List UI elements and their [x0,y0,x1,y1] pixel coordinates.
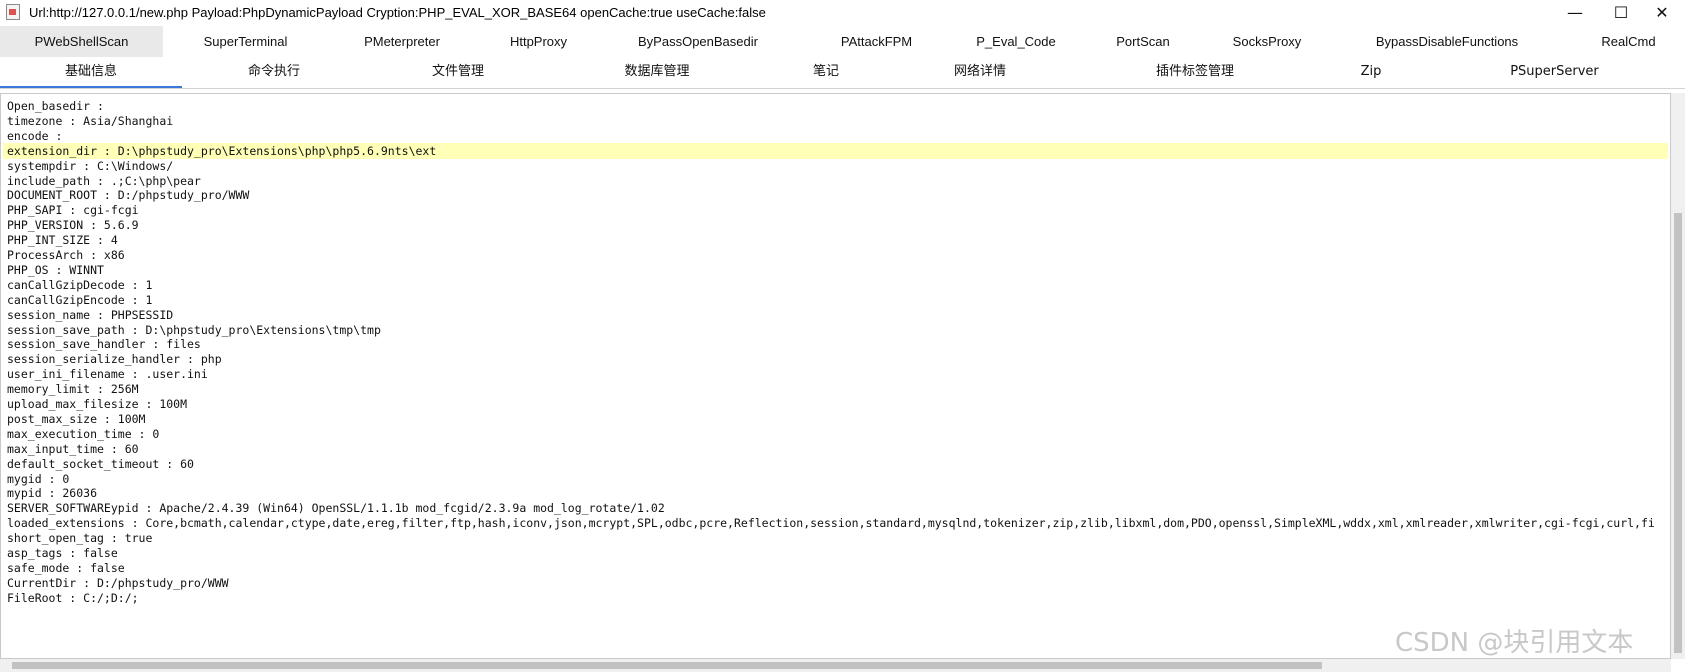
info-line: CurrentDir : D:/phpstudy_pro/WWW [7,575,229,590]
tab-bypassdisablefunctions[interactable]: BypassDisableFunctions [1322,26,1572,57]
info-line: session_save_path : D:\phpstudy_pro\Exte… [7,322,381,337]
info-line: max_input_time : 60 [7,441,139,456]
vertical-scrollbar[interactable] [1671,93,1685,659]
info-line: user_ini_filename : .user.ini [7,367,208,382]
info-line: post_max_size : 100M [7,411,146,426]
tab-pattackfpm[interactable]: PAttackFPM [795,26,958,57]
window-title: Url:http://127.0.0.1/new.php Payload:Php… [29,5,766,20]
tab-httpproxy[interactable]: HttpProxy [476,26,601,57]
tab-basic-info[interactable]: 基础信息 [0,57,182,88]
info-line: systempdir : C:\Windows/ [7,158,174,173]
info-line: safe_mode : false [7,560,125,575]
horizontal-scrollbar[interactable] [0,659,1671,672]
info-line: session_save_handler : files [7,337,201,352]
tab-psuperserver[interactable]: PSuperServer [1424,57,1685,87]
info-line: PHP_OS : WINNT [7,262,104,277]
tab-portscan[interactable]: PortScan [1074,26,1212,57]
tab-network-details[interactable]: 网络详情 [888,57,1072,87]
tab-notes[interactable]: 笔记 [764,57,888,87]
info-line: loaded_extensions : Core,bcmath,calendar… [7,516,1655,531]
tab-realcmd[interactable]: RealCmd [1572,26,1685,57]
tab-superterminal[interactable]: SuperTerminal [163,26,328,57]
app-icon [6,4,20,20]
title-bar: Url:http://127.0.0.1/new.php Payload:Php… [0,0,1685,25]
tab-socksproxy[interactable]: SocksProxy [1212,26,1322,57]
info-line: include_path : .;C:\php\pear [7,173,201,188]
tab-pmeterpreter[interactable]: PMeterpreter [328,26,476,57]
tab-file-manager[interactable]: 文件管理 [366,57,550,87]
tab-zip[interactable]: Zip [1318,57,1424,87]
info-line: encode : [7,128,63,143]
tab-command-exec[interactable]: 命令执行 [182,57,366,87]
info-line: mygid : 0 [7,471,70,486]
info-line: session_name : PHPSESSID [7,307,174,322]
info-line: SERVER_SOFTWAREypid : Apache/2.4.39 (Win… [7,501,665,516]
close-button[interactable]: ✕ [1639,0,1685,25]
info-line: Open_basedir : [7,99,104,113]
tab-database-manager[interactable]: 数据库管理 [550,57,764,87]
basic-info-text-area[interactable]: Open_basedir : timezone : Asia/Shanghai en… [0,93,1671,659]
tab-p-eval-code[interactable]: P_Eval_Code [958,26,1074,57]
info-line: max_execution_time : 0 [7,426,160,441]
info-line: PHP_VERSION : 5.6.9 [7,218,139,233]
info-line: DOCUMENT_ROOT : D:/phpstudy_pro/WWW [7,188,250,203]
info-line: mypid : 26036 [7,486,98,501]
info-line: PHP_SAPI : cgi-fcgi [7,203,139,218]
info-line: asp_tags : false [7,546,118,560]
info-line: timezone : Asia/Shanghai [7,113,174,128]
main-tab-bar: 基础信息 命令执行 文件管理 数据库管理 笔记 网络详情 插件标签管理 Zip … [0,57,1685,89]
info-line: short_open_tag : true [7,531,153,546]
minimize-button[interactable]: — [1552,0,1598,25]
info-line: FileRoot : C:/;D:/; [7,590,139,605]
info-line: default_socket_timeout : 60 [7,456,194,471]
info-line: canCallGzipDecode : 1 [7,277,153,292]
info-line: PHP_INT_SIZE : 4 [7,233,118,248]
info-line: session_serialize_handler : php [7,352,222,367]
maximize-button[interactable]: ☐ [1598,0,1644,25]
info-line: ProcessArch : x86 [7,248,125,262]
info-line: memory_limit : 256M [7,382,139,397]
tab-bypassopenbasedir[interactable]: ByPassOpenBasedir [601,26,795,57]
info-line: upload_max_filesize : 100M [7,397,188,411]
tab-plugin-label-manager[interactable]: 插件标签管理 [1072,57,1318,87]
plugin-tab-bar: PWebShellScan SuperTerminal PMeterpreter… [0,26,1685,57]
horizontal-scroll-thumb[interactable] [12,662,1322,669]
info-line: extension_dir : D:\phpstudy_pro\Extensio… [7,143,437,158]
tab-pwebshellscan[interactable]: PWebShellScan [0,26,163,57]
watermark: CSDN @块引用文本 [1395,628,1634,658]
vertical-scroll-thumb[interactable] [1674,213,1682,653]
info-line: canCallGzipEncode : 1 [7,292,153,307]
